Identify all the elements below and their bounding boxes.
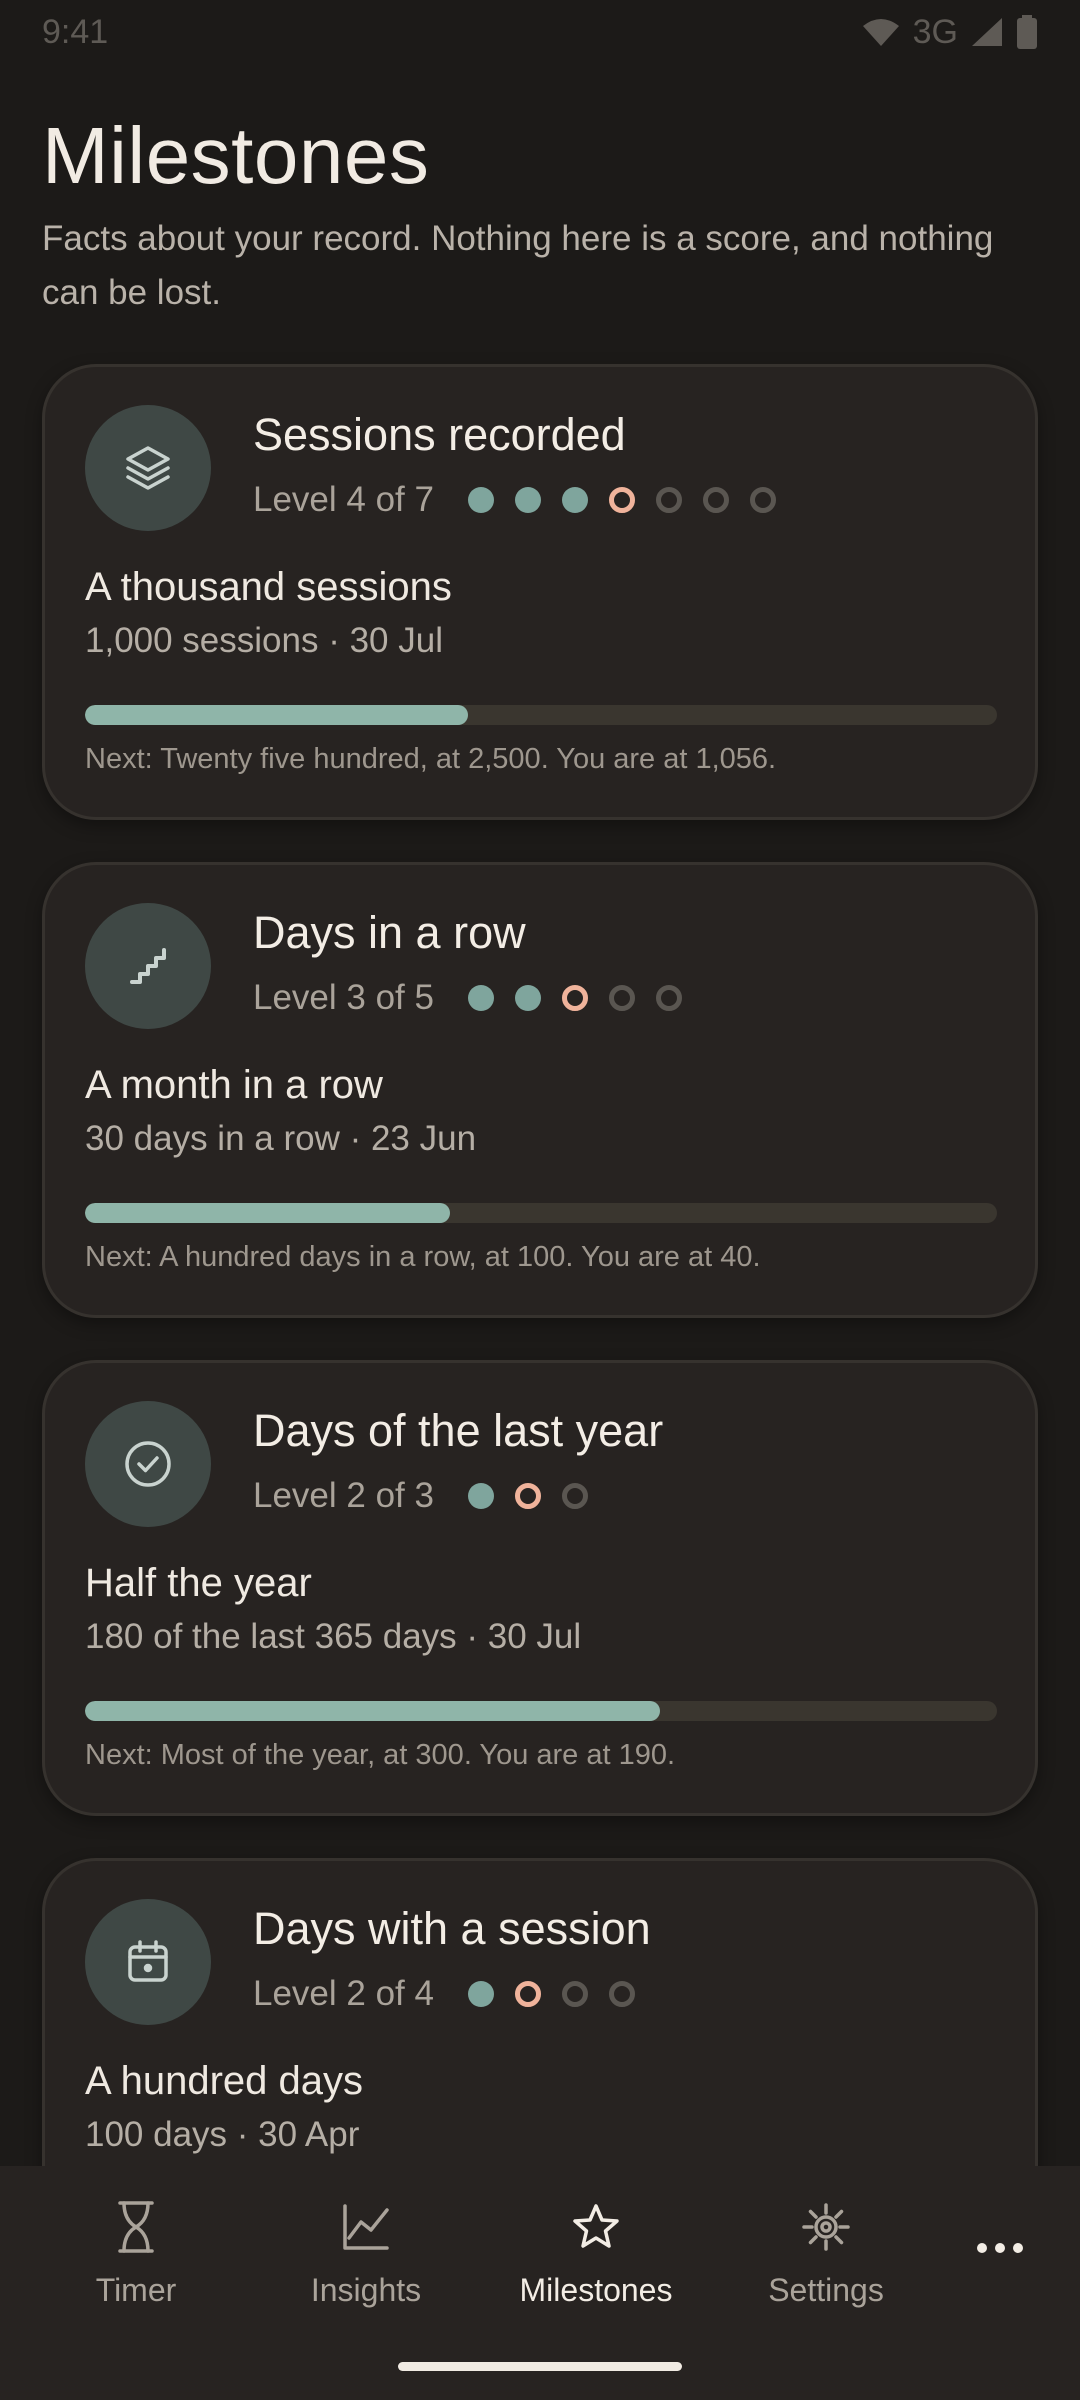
calendar-icon [85,1899,211,2025]
progress-fill [85,1701,660,1721]
milestone-detail: 100 days · 30 Apr [85,2115,360,2154]
level-text: Level 3 of 5 [253,978,434,1017]
milestone-detail: 30 days in a row · 23 Jun [85,1119,477,1158]
progress-fill [85,1203,450,1223]
card-title: Days in a row [253,907,526,958]
milestone-name: A hundred days [85,2059,363,2103]
nav-label: Settings [768,2272,884,2308]
milestone-card-sessions-recorded[interactable]: Sessions recorded Level 4 of 7 A thousan… [42,364,1038,820]
level-dot-todo [608,1981,635,2007]
level-dot-todo [608,985,635,1011]
card-title: Sessions recorded [253,409,626,460]
level-dots [467,985,682,1011]
level-dot-done [467,487,494,513]
card-title: Days with a session [253,1903,651,1954]
check-circle-icon [85,1401,211,1527]
star-icon [571,2196,621,2258]
level-dot-done [561,487,588,513]
level-dot-current [608,487,635,513]
layers-icon [85,405,211,531]
nav-item-settings[interactable]: Settings [731,2196,921,2309]
stairs-icon [85,903,211,1029]
level-row: Level 4 of 7 [253,475,776,525]
level-row: Level 2 of 4 [253,1969,635,2019]
progress-bar [85,1701,997,1721]
level-dots [467,487,776,513]
progress-bar [85,1203,997,1223]
level-dot-todo [561,1483,588,1509]
level-dot-done [467,1981,494,2007]
level-dot-done [514,487,541,513]
milestone-name: Half the year [85,1561,312,1605]
milestone-detail: 1,000 sessions · 30 Jul [85,621,443,660]
progress-bar [85,705,997,725]
level-dots [467,1981,635,2007]
milestone-detail: 180 of the last 365 days · 30 Jul [85,1617,582,1656]
level-dot-todo [749,487,776,513]
nav-label: Insights [310,2272,422,2308]
home-indicator[interactable] [398,2362,682,2371]
level-dot-current [561,985,588,1011]
level-dot-current [514,1981,541,2007]
level-text: Level 2 of 3 [253,1476,434,1515]
level-row: Level 2 of 3 [253,1471,588,1521]
hourglass-icon [114,2196,158,2258]
milestone-card-days-in-a-row[interactable]: Days in a row Level 3 of 5 A month in a … [42,862,1038,1318]
level-dot-current [514,1483,541,1509]
milestone-card-days-with-session[interactable]: Days with a session Level 2 of 4 A hundr… [42,1858,1038,2166]
milestone-name: A month in a row [85,1063,383,1107]
level-dot-todo [561,1981,588,2007]
level-dot-done [467,1483,494,1509]
level-row: Level 3 of 5 [253,973,682,1023]
nav-label: Timer [95,2272,177,2308]
nav-label: Milestones [519,2272,673,2308]
level-dot-todo [702,487,729,513]
card-title: Days of the last year [253,1405,664,1456]
milestones-scroll-area[interactable]: Milestones Facts about your record. Noth… [0,0,1080,2166]
next-milestone-text: Next: Most of the year, at 300. You are … [85,1739,676,1771]
level-dots [467,1483,588,1509]
nav-item-timer[interactable]: Timer [41,2196,231,2309]
level-dot-todo [655,487,682,513]
level-text: Level 4 of 7 [253,480,434,519]
level-dot-todo [655,985,682,1011]
nav-item-insights[interactable]: Insights [271,2196,461,2309]
milestone-name: A thousand sessions [85,565,452,609]
page-subtitle: Facts about your record. Nothing here is… [42,219,994,312]
next-milestone-text: Next: Twenty five hundred, at 2,500. You… [85,743,777,775]
level-text: Level 2 of 4 [253,1974,434,2013]
nav-item-milestones[interactable]: Milestones [501,2196,691,2309]
level-dot-done [467,985,494,1011]
page-title: Milestones [42,111,430,200]
chart-line-icon [341,2196,391,2258]
more-horizontal-icon[interactable] [960,2218,1040,2278]
progress-fill [85,705,469,725]
gear-icon [800,2196,852,2258]
milestone-card-days-of-last-year[interactable]: Days of the last year Level 2 of 3 Half … [42,1360,1038,1816]
next-milestone-text: Next: A hundred days in a row, at 100. Y… [85,1241,761,1273]
level-dot-done [514,985,541,1011]
